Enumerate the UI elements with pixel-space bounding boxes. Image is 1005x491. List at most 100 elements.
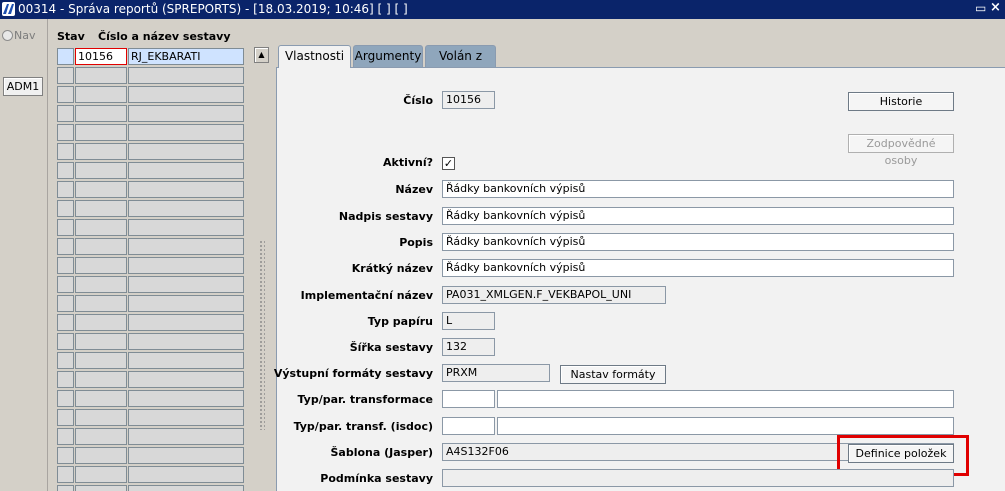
tab-argumenty[interactable]: Argumenty (353, 45, 423, 67)
row-name-cell[interactable] (128, 143, 244, 160)
cislo-field[interactable]: 10156 (442, 91, 495, 109)
scroll-up-icon[interactable]: ▲ (254, 47, 269, 63)
row-status-cell[interactable] (57, 352, 74, 369)
row-number-cell[interactable] (75, 257, 127, 274)
podminka-field[interactable] (442, 469, 954, 487)
row-status-cell[interactable] (57, 143, 74, 160)
row-status-cell[interactable] (57, 86, 74, 103)
kratky-nazev-field[interactable]: Řádky bankovních výpisů (442, 259, 954, 277)
row-number-cell[interactable] (75, 181, 127, 198)
row-name-cell[interactable] (128, 409, 244, 426)
row-status-cell[interactable] (57, 162, 74, 179)
nazev-field[interactable]: Řádky bankovních výpisů (442, 180, 954, 198)
row-status-cell[interactable] (57, 485, 74, 491)
row-status-cell[interactable] (57, 276, 74, 293)
row-status-cell[interactable] (57, 314, 74, 331)
row-number-cell[interactable] (75, 390, 127, 407)
row-status-cell[interactable] (57, 67, 74, 84)
scrollbar-track[interactable] (259, 240, 265, 430)
row-status-cell[interactable] (57, 219, 74, 236)
typ-papiru-field[interactable]: L (442, 312, 495, 330)
transformace-param-field[interactable] (497, 390, 954, 408)
row-name-cell[interactable] (128, 428, 244, 445)
row-number-cell[interactable] (75, 86, 127, 103)
restore-icon[interactable]: ▭ (975, 1, 986, 15)
vystupni-formaty-field[interactable]: PRXM (442, 364, 550, 382)
row-number-cell[interactable] (75, 200, 127, 217)
row-number-cell[interactable] (75, 314, 127, 331)
row-number-cell[interactable] (75, 238, 127, 255)
row-number-cell[interactable] (75, 162, 127, 179)
tab-vlastnosti[interactable]: Vlastnosti (278, 45, 351, 68)
row-status-cell[interactable] (57, 333, 74, 350)
row-number-cell[interactable] (75, 352, 127, 369)
row-status-cell[interactable] (57, 295, 74, 312)
row-name-cell[interactable] (128, 390, 244, 407)
row-name-cell[interactable] (128, 162, 244, 179)
row-status-cell[interactable] (57, 181, 74, 198)
row-number-cell[interactable] (75, 428, 127, 445)
row-name-cell[interactable] (128, 257, 244, 274)
row-number-cell[interactable] (75, 333, 127, 350)
row-name-cell[interactable] (128, 181, 244, 198)
row-name-cell[interactable] (128, 276, 244, 293)
row-name-cell[interactable] (128, 105, 244, 122)
row-status-cell[interactable] (57, 238, 74, 255)
row-status-cell[interactable] (57, 257, 74, 274)
row-number-cell[interactable] (75, 371, 127, 388)
isdoc-type-field[interactable] (442, 417, 495, 435)
row-name-cell[interactable] (128, 200, 244, 217)
row-name-cell[interactable] (128, 466, 244, 483)
row-number-cell[interactable] (75, 105, 127, 122)
historie-button[interactable]: Historie (848, 92, 954, 111)
row-number-cell[interactable] (75, 124, 127, 141)
row-name-cell[interactable] (128, 295, 244, 312)
row-status-cell[interactable] (57, 124, 74, 141)
transformace-type-field[interactable] (442, 390, 495, 408)
tab-volan-z[interactable]: Volán z (425, 45, 496, 67)
zodpovedne-osoby-button[interactable]: Zodpovědné osoby (848, 134, 954, 167)
row-number-cell[interactable] (75, 276, 127, 293)
row-name-cell[interactable] (128, 238, 244, 255)
row-status-cell[interactable] (57, 390, 74, 407)
nastav-formaty-button[interactable]: Nastav formáty (560, 365, 666, 384)
row-name-cell[interactable] (128, 314, 244, 331)
row-name-cell[interactable] (128, 124, 244, 141)
row-status-cell[interactable] (57, 428, 74, 445)
row-name-cell[interactable] (128, 485, 244, 491)
row-status-cell[interactable] (57, 105, 74, 122)
row-number-cell[interactable] (75, 447, 127, 464)
row-name-cell[interactable]: RJ_EKBARATI (128, 48, 244, 65)
row-name-cell[interactable] (128, 352, 244, 369)
row-number-cell[interactable]: 10156 (75, 48, 127, 65)
aktivni-checkbox[interactable]: ✓ (442, 157, 455, 170)
row-name-cell[interactable] (128, 447, 244, 464)
row-status-cell[interactable] (57, 409, 74, 426)
row-status-cell[interactable] (57, 371, 74, 388)
typ-papiru-label: Typ papíru (367, 315, 433, 328)
row-status-cell[interactable] (57, 200, 74, 217)
row-status-cell[interactable] (57, 447, 74, 464)
implementacni-field[interactable]: PA031_XMLGEN.F_VEKBAPOL_UNI (442, 286, 666, 304)
user-button[interactable]: ADM1 (3, 77, 43, 96)
row-number-cell[interactable] (75, 466, 127, 483)
row-name-cell[interactable] (128, 371, 244, 388)
nav-radio[interactable] (2, 30, 13, 41)
row-name-cell[interactable] (128, 86, 244, 103)
nadpis-field[interactable]: Řádky bankovních výpisů (442, 207, 954, 225)
popis-field[interactable]: Řádky bankovních výpisů (442, 233, 954, 251)
row-number-cell[interactable] (75, 67, 127, 84)
row-status-cell[interactable] (57, 466, 74, 483)
row-number-cell[interactable] (75, 143, 127, 160)
row-status-cell[interactable] (57, 48, 74, 65)
close-icon[interactable]: × (990, 0, 1001, 15)
sirka-field[interactable]: 132 (442, 338, 495, 356)
row-number-cell[interactable] (75, 295, 127, 312)
isdoc-param-field[interactable] (497, 417, 954, 435)
row-name-cell[interactable] (128, 333, 244, 350)
row-number-cell[interactable] (75, 485, 127, 491)
row-number-cell[interactable] (75, 409, 127, 426)
row-number-cell[interactable] (75, 219, 127, 236)
row-name-cell[interactable] (128, 67, 244, 84)
row-name-cell[interactable] (128, 219, 244, 236)
